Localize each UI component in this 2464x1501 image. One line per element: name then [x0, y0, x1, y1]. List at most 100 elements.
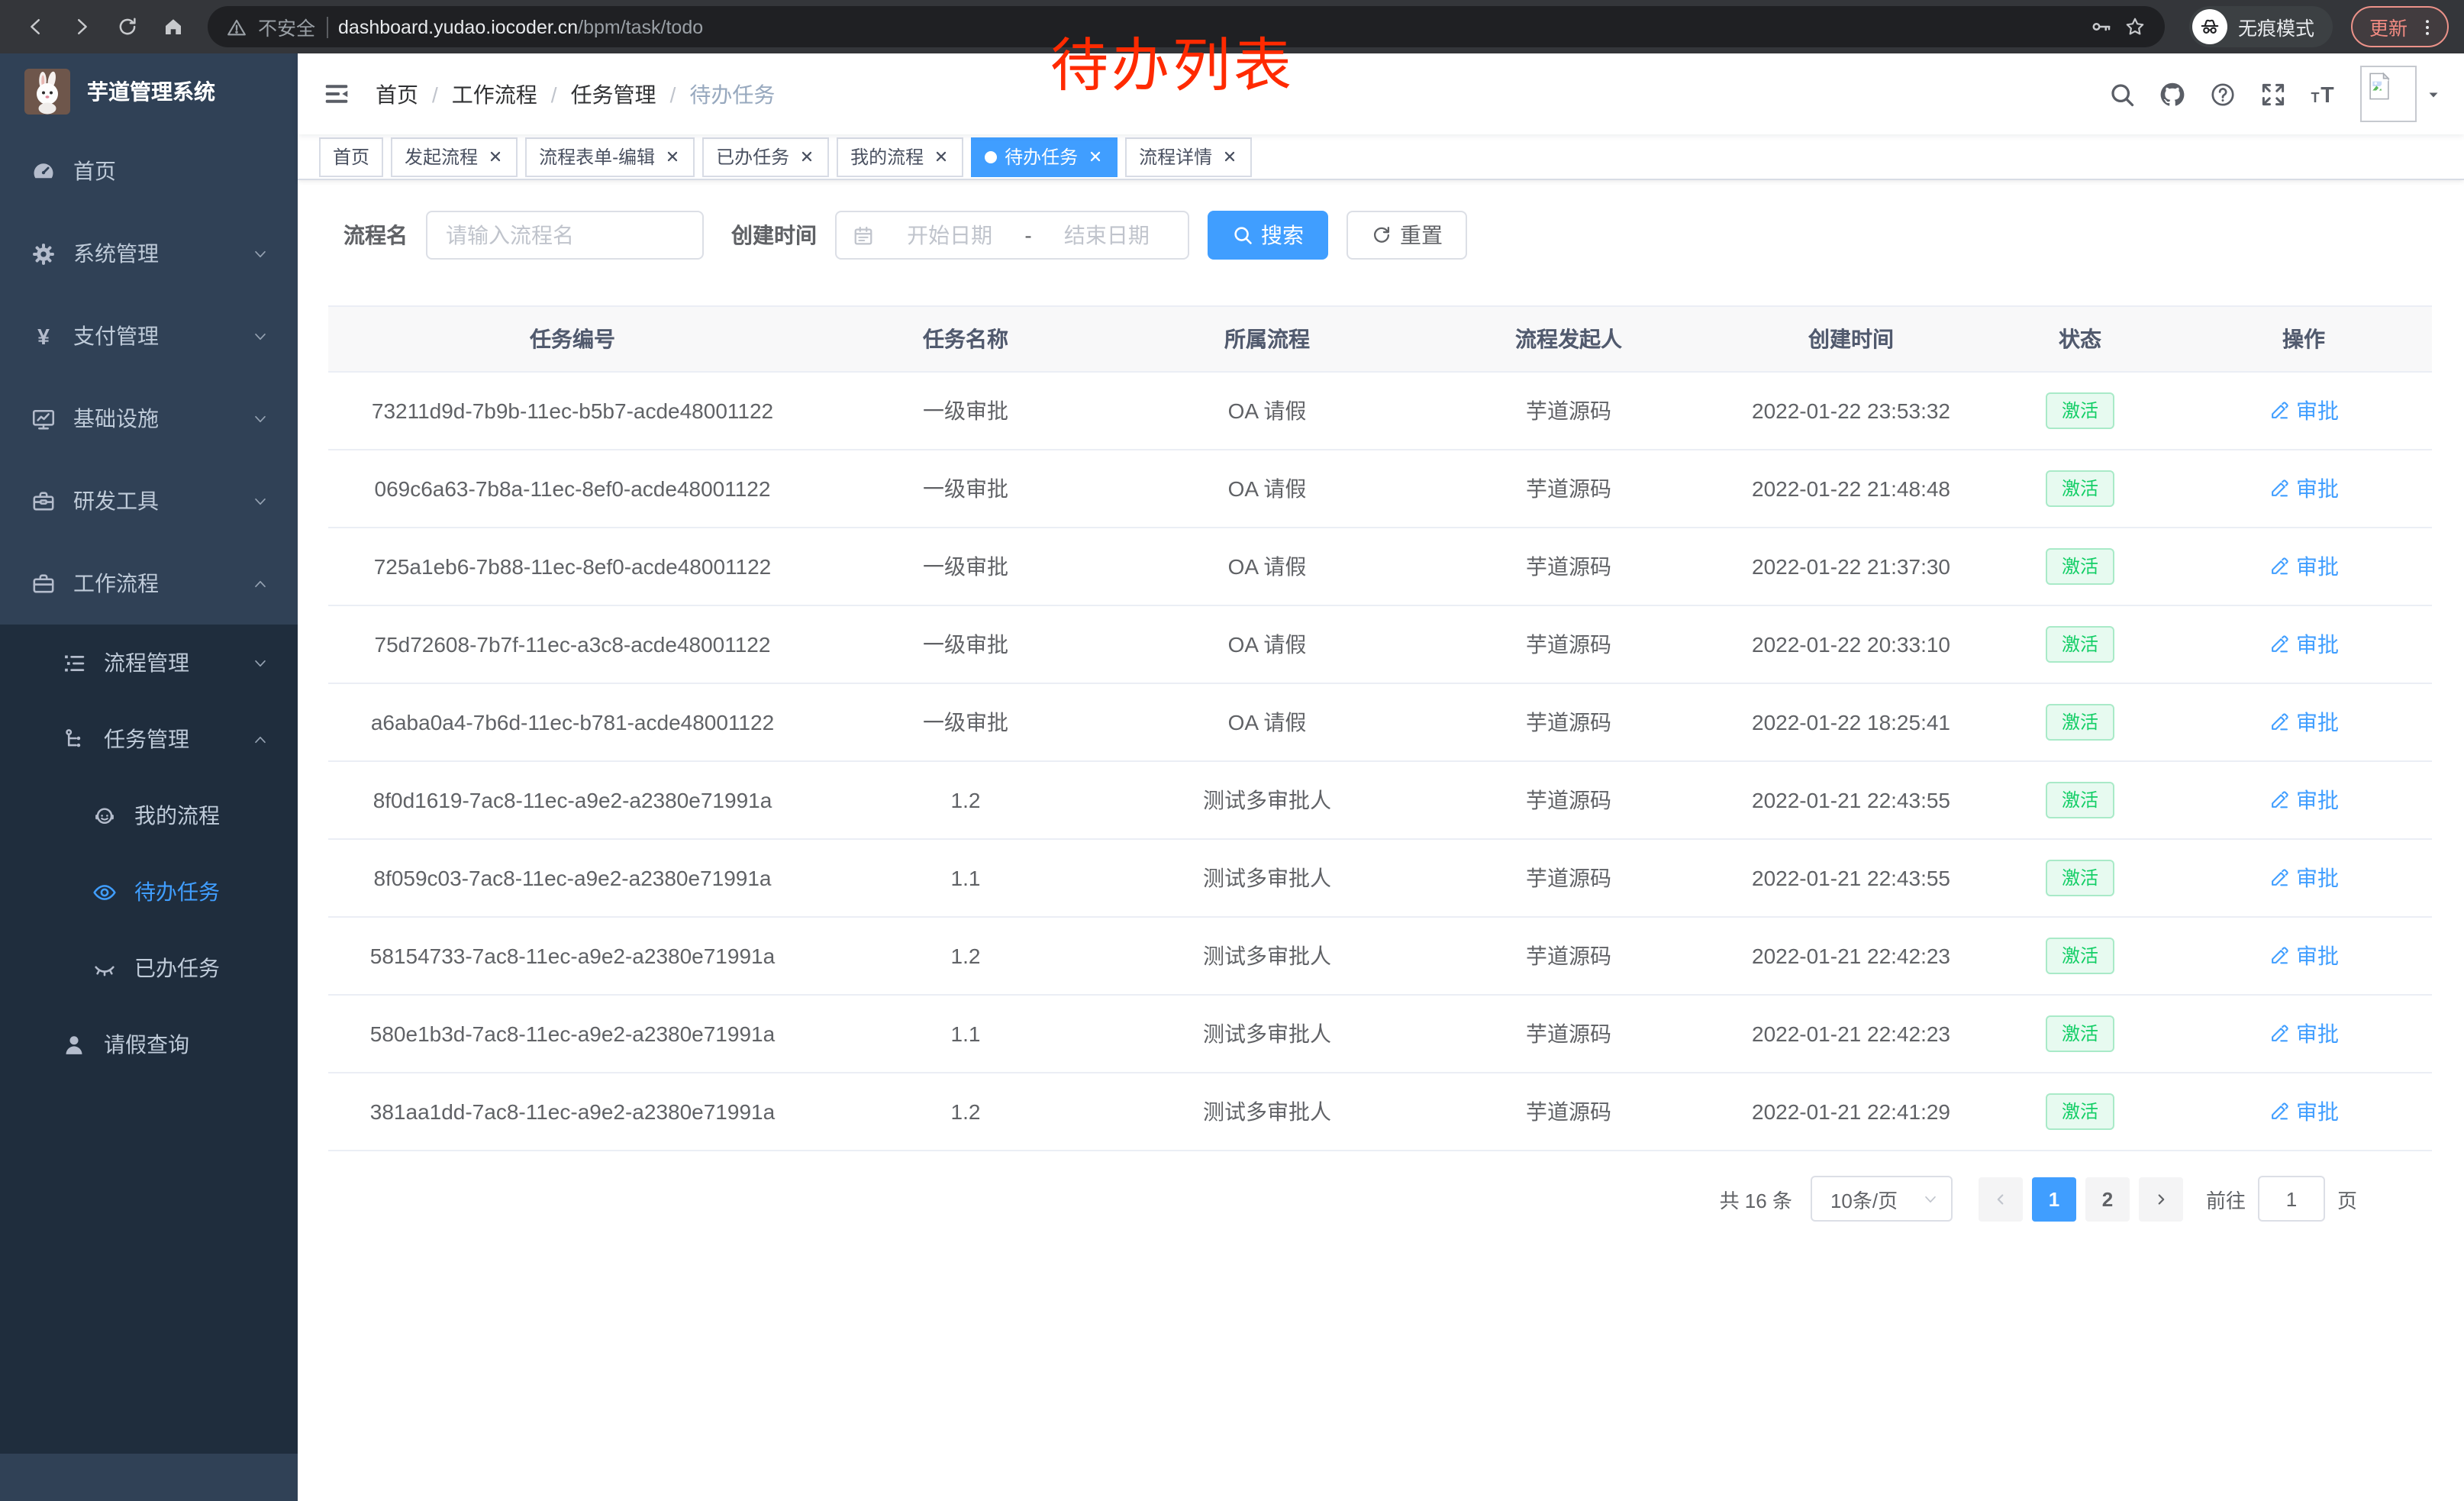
reset-button[interactable]: 重置 — [1346, 211, 1467, 260]
tab-close-icon[interactable] — [487, 148, 504, 165]
approve-link[interactable]: 审批 — [2269, 1018, 2339, 1049]
page-size-select[interactable]: 10条/页 — [1811, 1176, 1953, 1222]
edit-pencil-icon — [2269, 1023, 2290, 1044]
date-range-picker[interactable]: 开始日期 - 结束日期 — [835, 211, 1189, 260]
table-row: 381aa1dd-7ac8-11ec-a9e2-a2380e71991a1.2测… — [328, 1073, 2432, 1151]
create-time-label: 创建时间 — [731, 220, 817, 250]
sidebar-item-task-mgmt[interactable]: 任务管理 — [0, 701, 298, 777]
page-suffix-label: 页 — [2337, 1184, 2357, 1213]
tab-close-icon[interactable] — [933, 148, 950, 165]
reset-button-label: 重置 — [1400, 220, 1443, 250]
browser-reload-button[interactable] — [107, 7, 147, 47]
sidebar-item-done-task[interactable]: 已办任务 — [0, 930, 298, 1006]
sidebar-item-dev-tools[interactable]: 研发工具 — [0, 460, 298, 542]
tab-home[interactable]: 首页 — [319, 137, 383, 176]
tab-process-form-edit[interactable]: 流程表单-编辑 — [525, 137, 695, 176]
fullscreen-icon[interactable] — [2259, 80, 2287, 108]
cell-task-id: 381aa1dd-7ac8-11ec-a9e2-a2380e71991a — [328, 1073, 817, 1151]
avatar-caret-icon[interactable] — [2424, 85, 2443, 103]
sidebar-item-label: 任务管理 — [104, 724, 189, 754]
approve-link[interactable]: 审批 — [2269, 395, 2339, 426]
approve-link[interactable]: 审批 — [2269, 629, 2339, 660]
sidebar-menu: 首页系统管理¥支付管理基础设施研发工具工作流程流程管理任务管理我的流程待办任务已… — [0, 130, 298, 1454]
sidebar-item-leave-query[interactable]: 请假查询 — [0, 1006, 298, 1083]
cell-status: 激活 — [1985, 917, 2175, 995]
breadcrumb-item[interactable]: 工作流程 — [452, 79, 537, 109]
page-button-2[interactable]: 2 — [2085, 1177, 2130, 1221]
cell-task-name: 1.2 — [817, 1073, 1114, 1151]
page-button-1[interactable]: 1 — [2032, 1177, 2076, 1221]
tab-close-icon[interactable] — [664, 148, 681, 165]
cell-task-id: 8f0d1619-7ac8-11ec-a9e2-a2380e71991a — [328, 761, 817, 839]
tab-start-process[interactable]: 发起流程 — [391, 137, 518, 176]
breadcrumb-item[interactable]: 任务管理 — [571, 79, 656, 109]
app-logo[interactable]: 芋道管理系统 — [0, 53, 298, 130]
tab-todo-task[interactable]: 待办任务 — [971, 137, 1118, 176]
cell-initiator: 芋道源码 — [1420, 995, 1717, 1073]
browser-menu-icon[interactable] — [2417, 16, 2438, 37]
approve-link-label: 审批 — [2296, 395, 2339, 426]
sidebar-item-workflow[interactable]: 工作流程 — [0, 542, 298, 625]
goto-page-input[interactable] — [2258, 1176, 2325, 1222]
tab-my-process[interactable]: 我的流程 — [837, 137, 963, 176]
browser-address-bar[interactable]: 不安全 dashboard.yudao.iocoder.cn/bpm/task/… — [208, 6, 2165, 47]
password-key-icon[interactable] — [2090, 15, 2113, 38]
sidebar-collapse-button[interactable] — [322, 79, 351, 108]
font-size-icon[interactable]: TT — [2310, 80, 2337, 108]
cell-process: 测试多审批人 — [1114, 917, 1420, 995]
browser-update-button[interactable]: 更新 — [2351, 6, 2449, 47]
approve-link[interactable]: 审批 — [2269, 941, 2339, 971]
tab-close-icon[interactable] — [1087, 148, 1104, 165]
sidebar-item-my-process[interactable]: 我的流程 — [0, 777, 298, 854]
cell-initiator: 芋道源码 — [1420, 1073, 1717, 1151]
browser-forward-button[interactable] — [61, 7, 101, 47]
sidebar-item-process-mgmt[interactable]: 流程管理 — [0, 625, 298, 701]
sidebar-item-payment-mgmt[interactable]: ¥支付管理 — [0, 295, 298, 377]
cell-process: 测试多审批人 — [1114, 839, 1420, 917]
sidebar-item-system-mgmt[interactable]: 系统管理 — [0, 212, 298, 295]
approve-link[interactable]: 审批 — [2269, 785, 2339, 815]
sidebar-item-label: 请假查询 — [104, 1029, 189, 1060]
sidebar-item-infrastructure[interactable]: 基础设施 — [0, 377, 298, 460]
logo-rabbit-avatar — [24, 69, 70, 115]
user-avatar[interactable] — [2360, 66, 2417, 122]
sidebar-item-home[interactable]: 首页 — [0, 130, 298, 212]
browser-back-button[interactable] — [15, 7, 55, 47]
search-icon[interactable] — [2108, 80, 2136, 108]
cell-action: 审批 — [2175, 528, 2432, 605]
next-page-button[interactable] — [2139, 1177, 2183, 1221]
page-url: dashboard.yudao.iocoder.cn/bpm/task/todo — [338, 16, 703, 37]
approve-link[interactable]: 审批 — [2269, 1096, 2339, 1127]
tab-close-icon[interactable] — [798, 148, 815, 165]
help-icon[interactable] — [2209, 80, 2237, 108]
breadcrumb-item[interactable]: 首页 — [376, 79, 418, 109]
cell-task-name: 一级审批 — [817, 528, 1114, 605]
github-icon[interactable] — [2159, 80, 2186, 108]
status-badge: 激活 — [2046, 704, 2114, 741]
bookmark-star-icon[interactable] — [2124, 15, 2146, 38]
cell-task-id: 58154733-7ac8-11ec-a9e2-a2380e71991a — [328, 917, 817, 995]
pagination: 共 16 条 10条/页 12 前往 页 — [328, 1176, 2357, 1222]
table-row: 73211d9d-7b9b-11ec-b5b7-acde48001122一级审批… — [328, 372, 2432, 450]
approve-link-label: 审批 — [2296, 1096, 2339, 1127]
tab-close-icon[interactable] — [1221, 148, 1238, 165]
approve-link[interactable]: 审批 — [2269, 707, 2339, 738]
approve-link[interactable]: 审批 — [2269, 473, 2339, 504]
prev-page-button[interactable] — [1979, 1177, 2023, 1221]
sidebar-item-todo-task[interactable]: 待办任务 — [0, 854, 298, 930]
table-header-row: 任务编号任务名称所属流程流程发起人创建时间状态操作 — [328, 306, 2432, 372]
cell-initiator: 芋道源码 — [1420, 839, 1717, 917]
tab-done-task[interactable]: 已办任务 — [702, 137, 829, 176]
chevron-down-icon — [252, 245, 269, 262]
status-badge: 激活 — [2046, 548, 2114, 585]
approve-link[interactable]: 审批 — [2269, 863, 2339, 893]
cell-initiator: 芋道源码 — [1420, 917, 1717, 995]
search-button[interactable]: 搜索 — [1208, 211, 1328, 260]
cell-initiator: 芋道源码 — [1420, 761, 1717, 839]
tab-process-detail[interactable]: 流程详情 — [1125, 137, 1252, 176]
cell-initiator: 芋道源码 — [1420, 683, 1717, 761]
approve-link[interactable]: 审批 — [2269, 551, 2339, 582]
browser-home-button[interactable] — [153, 7, 192, 47]
org-tree-icon — [61, 726, 87, 752]
process-name-input[interactable] — [426, 211, 704, 260]
